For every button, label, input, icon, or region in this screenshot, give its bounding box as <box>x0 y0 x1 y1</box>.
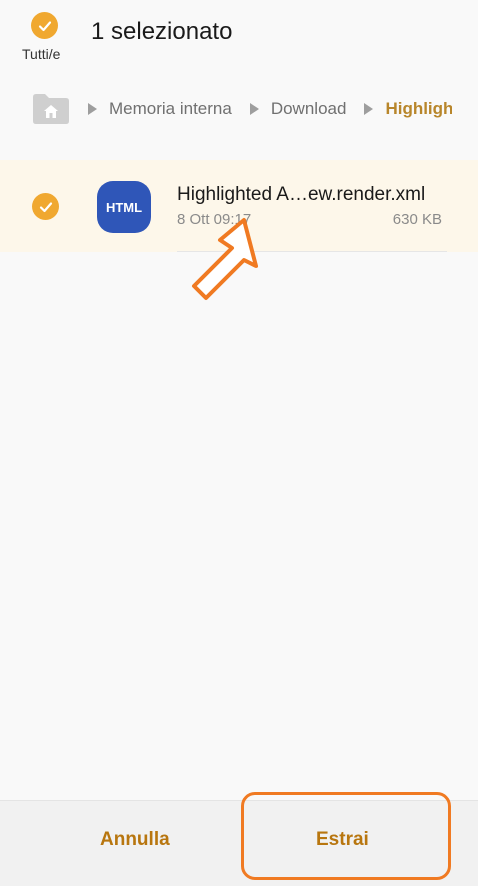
chevron-right-icon <box>249 103 259 115</box>
breadcrumb-item-download[interactable]: Download <box>271 99 347 119</box>
file-icon-label: HTML <box>105 199 143 215</box>
home-folder-icon[interactable] <box>32 93 70 125</box>
file-picker-screen: Tutti/e 1 selezionato Memoria interna Do… <box>0 0 478 886</box>
breadcrumb-item-current[interactable]: Highlight <box>385 99 452 119</box>
select-all-toggle[interactable]: Tutti/e <box>18 12 74 64</box>
chevron-right-icon <box>88 103 97 115</box>
breadcrumb: Memoria interna Download Highlight <box>32 92 452 126</box>
file-size: 630 KB <box>392 211 442 228</box>
select-all-label: Tutti/e <box>22 46 61 62</box>
breadcrumb-item-internal-memory[interactable]: Memoria interna <box>109 99 232 119</box>
extract-button[interactable]: Estrai <box>316 829 369 851</box>
cancel-button[interactable]: Annulla <box>100 829 170 851</box>
row-check-icon[interactable] <box>32 193 59 220</box>
chevron-right-icon <box>364 103 374 115</box>
bottom-action-bar: Annulla Estrai <box>0 800 478 886</box>
file-name[interactable]: Highlighted A…ew.render.xml <box>177 184 425 206</box>
page-title: 1 selezionato <box>91 18 233 45</box>
select-all-check-icon[interactable] <box>31 12 58 39</box>
html-file-icon: HTML <box>97 181 151 233</box>
annotation-arrow-icon <box>192 218 258 300</box>
